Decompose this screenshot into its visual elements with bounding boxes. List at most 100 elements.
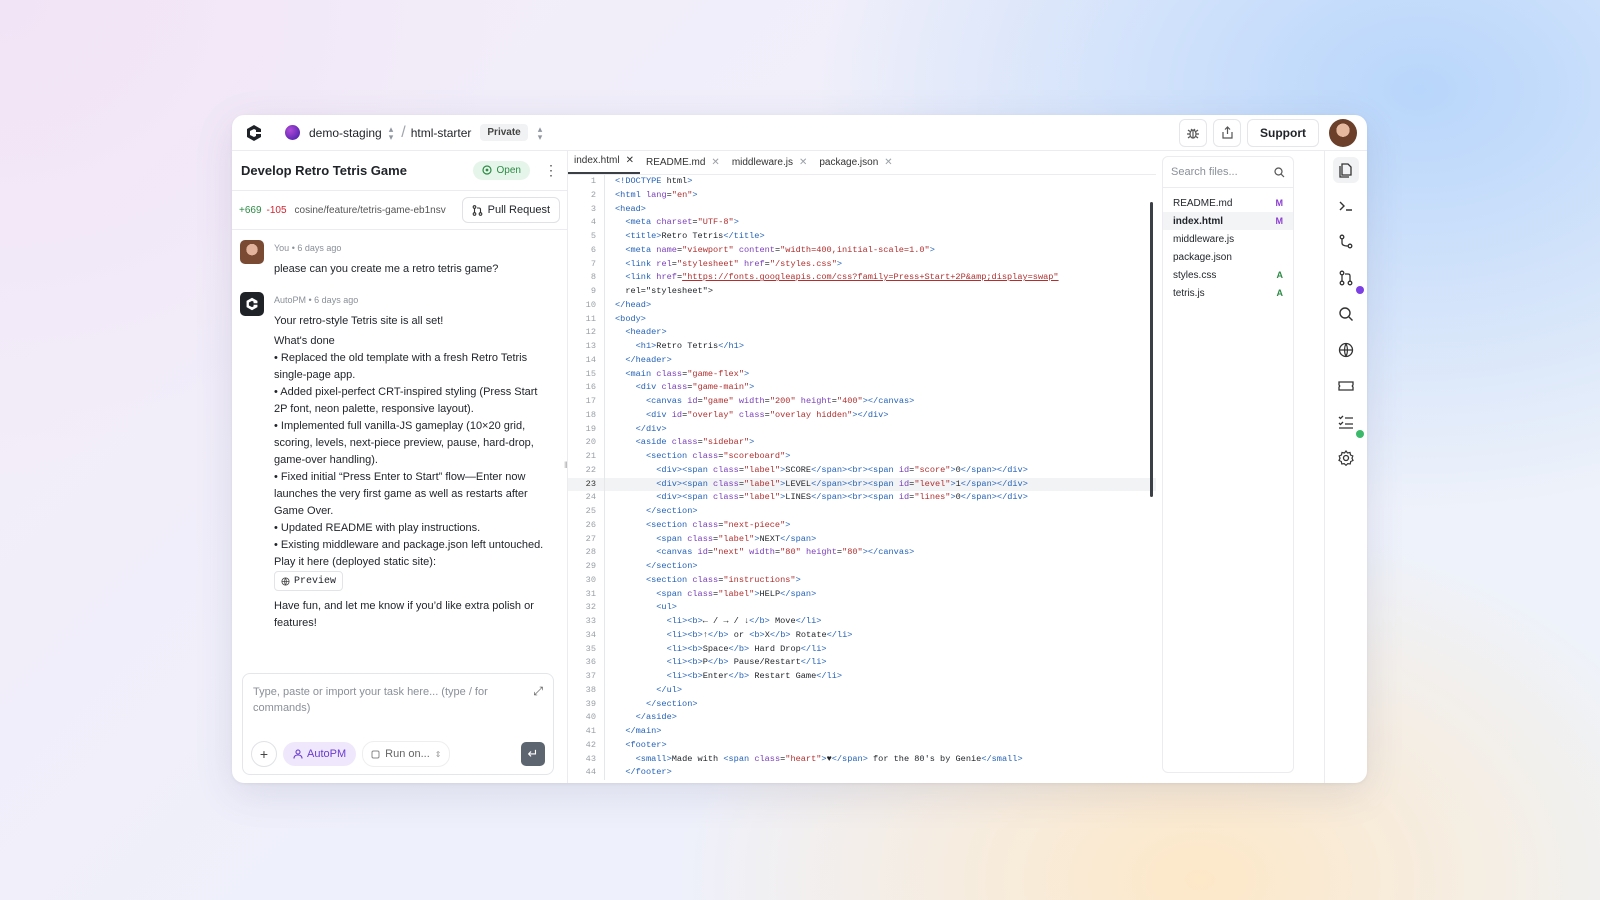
code-area[interactable]: 1 <!DOCTYPE html> 2 <html lang="en"> 3 <head>… — [568, 175, 1156, 783]
code-line[interactable]: 43 <small>Made with <span class="heart">… — [568, 752, 1156, 767]
code-line[interactable]: 26 <section class="next-piece"> — [568, 518, 1156, 533]
code-line[interactable]: 12 <header> — [568, 326, 1156, 340]
code-line[interactable]: 37 <li><b>Enter</b> Restart Game</li> — [568, 670, 1156, 684]
line-content: <canvas id="game" width="200" height="40… — [604, 395, 914, 409]
bug-icon — [1187, 128, 1199, 139]
close-icon[interactable]: ✕ — [799, 157, 807, 168]
code-line[interactable]: 15 <main class="game-flex"> — [568, 367, 1156, 382]
ticket-panel-button[interactable] — [1333, 373, 1359, 399]
code-line[interactable]: 28 <canvas id="next" width="80" height="… — [568, 546, 1156, 560]
workspace-name[interactable]: demo-staging — [309, 126, 382, 140]
globe-panel-button[interactable] — [1333, 337, 1359, 363]
settings-panel-button[interactable] — [1333, 445, 1359, 471]
code-line[interactable]: 18 <div id="overlay" class="overlay hidd… — [568, 408, 1156, 423]
code-line[interactable]: 2 <html lang="en"> — [568, 188, 1156, 203]
code-line[interactable]: 41 </main> — [568, 725, 1156, 739]
code-line[interactable]: 25 </section> — [568, 505, 1156, 519]
run-on-selector[interactable]: Run on... ⇕ — [362, 741, 451, 767]
more-options-icon[interactable]: ⋮ — [544, 162, 558, 179]
close-icon[interactable]: ✕ — [884, 157, 892, 168]
status-badge[interactable]: Open — [472, 160, 530, 180]
tab-package-json[interactable]: package.json ✕ — [813, 151, 898, 174]
checklist-panel-button[interactable] — [1333, 409, 1364, 438]
files-panel-button[interactable] — [1333, 157, 1359, 183]
code-line[interactable]: 13 <h1>Retro Tetris</h1> — [568, 340, 1156, 354]
file-search[interactable]: Search files... — [1163, 157, 1293, 188]
code-line[interactable]: 30 <section class="instructions"> — [568, 573, 1156, 588]
code-line[interactable]: 3 <head> — [568, 202, 1156, 217]
workspace-switcher-icon[interactable]: ▴ ▾ — [389, 124, 394, 141]
code-line[interactable]: 1 <!DOCTYPE html> — [568, 175, 1156, 189]
user-avatar[interactable] — [1329, 118, 1357, 147]
terminal-panel-button[interactable] — [1333, 193, 1359, 219]
git-branch-panel-button[interactable] — [1333, 229, 1359, 255]
close-icon[interactable]: ✕ — [711, 157, 719, 168]
line-number: 7 — [590, 258, 596, 269]
share-button[interactable] — [1213, 118, 1241, 147]
file-item[interactable]: styles.css A — [1163, 266, 1293, 284]
code-line[interactable]: 22 <div><span class="label">SCORE</span>… — [568, 463, 1156, 478]
search-panel-button[interactable] — [1333, 301, 1359, 327]
file-item[interactable]: README.md M — [1163, 194, 1293, 212]
agent-selector[interactable]: AutoPM — [283, 742, 357, 766]
pull-request-button[interactable]: Pull Request — [461, 197, 560, 223]
app-logo-icon[interactable] — [245, 124, 263, 142]
tab-middleware-js[interactable]: middleware.js ✕ — [726, 151, 814, 174]
code-line[interactable]: 38 </ul> — [568, 683, 1156, 698]
code-line[interactable]: 16 <div class="game-main"> — [568, 381, 1156, 395]
code-line[interactable]: 4 <meta charset="UTF-8"> — [568, 216, 1156, 230]
message-autopm: AutoPM • 6 days ago Your retro-style Tet… — [232, 292, 567, 632]
preview-link[interactable]: Preview — [274, 571, 344, 591]
code-line[interactable]: 21 <section class="scoreboard"> — [568, 450, 1156, 464]
close-icon[interactable]: ✕ — [626, 155, 634, 166]
repo-name[interactable]: html-starter — [411, 126, 472, 140]
code-line[interactable]: 34 <li><b>↑</b> or <b>X</b> Rotate</li> — [568, 628, 1156, 643]
code-line[interactable]: 17 <canvas id="game" width="200" height=… — [568, 395, 1156, 409]
line-number: 25 — [585, 506, 596, 516]
code-line[interactable]: 10 </head> — [568, 298, 1156, 313]
file-item[interactable]: index.html M — [1163, 212, 1293, 230]
task-composer[interactable]: Type, paste or import your task here... … — [242, 673, 554, 775]
code-line[interactable]: 35 <li><b>Space</b> Hard Drop</li> — [568, 642, 1156, 657]
code-line[interactable]: 11 <body> — [568, 312, 1156, 327]
code-line[interactable]: 23 <div><span class="label">LEVEL</span>… — [568, 477, 1156, 492]
bullet-item: • Updated README with play instructions. — [274, 522, 481, 534]
file-item[interactable]: package.json — [1163, 248, 1293, 266]
code-line[interactable]: 24 <div><span class="label">LINES</span>… — [568, 491, 1156, 505]
editor-scrollbar[interactable] — [1150, 202, 1153, 497]
code-line[interactable]: 5 <title>Retro Tetris</title> — [568, 230, 1156, 244]
expand-icon[interactable]: ⤢ — [533, 684, 543, 699]
pull-request-panel-button[interactable] — [1333, 265, 1364, 294]
branch-name[interactable]: cosine/feature/tetris-game-eb1nsv — [295, 205, 446, 216]
line-content: </section> — [604, 697, 698, 712]
file-search-input[interactable]: Search files... — [1171, 166, 1238, 178]
code-line[interactable]: 8 <link href="https://fonts.googleapis.c… — [568, 271, 1156, 285]
code-line[interactable]: 20 <aside class="sidebar"> — [568, 436, 1156, 450]
code-line[interactable]: 14 </header> — [568, 353, 1156, 368]
code-line[interactable]: 42 <footer> — [568, 738, 1156, 753]
code-line[interactable]: 6 <meta name="viewport" content="width=4… — [568, 243, 1156, 258]
code-line[interactable]: 40 </aside> — [568, 711, 1156, 725]
file-status-badge: A — [1276, 288, 1284, 298]
code-line[interactable]: 44 </footer> — [568, 766, 1156, 780]
tab-index-html[interactable]: index.html ✕ — [568, 149, 640, 174]
code-line[interactable]: 32 <ul> — [568, 601, 1156, 615]
code-line[interactable]: 39 </section> — [568, 697, 1156, 712]
file-item[interactable]: middleware.js — [1163, 230, 1293, 248]
debug-button[interactable] — [1179, 118, 1207, 147]
add-attachment-button[interactable]: + — [251, 741, 277, 767]
code-line[interactable]: 33 <li><b>← / → / ↓</b> Move</li> — [568, 615, 1156, 629]
tab-README-md[interactable]: README.md ✕ — [640, 151, 726, 174]
code-line[interactable]: 31 <span class="label">HELP</span> — [568, 587, 1156, 602]
code-line[interactable]: 27 <span class="label">NEXT</span> — [568, 532, 1156, 547]
code-line[interactable]: 36 <li><b>P</b> Pause/Restart</li> — [568, 656, 1156, 670]
send-button[interactable]: ↵ — [521, 742, 545, 766]
file-item[interactable]: tetris.js A — [1163, 284, 1293, 302]
repo-switcher-icon[interactable]: ▴ ▾ — [538, 124, 543, 141]
code-line[interactable]: 29 </section> — [568, 560, 1156, 574]
code-line[interactable]: 19 </div> — [568, 422, 1156, 437]
support-button[interactable]: Support — [1247, 118, 1319, 147]
code-line[interactable]: 7 <link rel="stylesheet" href="/styles.c… — [568, 257, 1156, 272]
code-line[interactable]: 9 rel="stylesheet"> — [568, 285, 1156, 299]
composer-input[interactable]: Type, paste or import your task here... … — [253, 684, 519, 716]
